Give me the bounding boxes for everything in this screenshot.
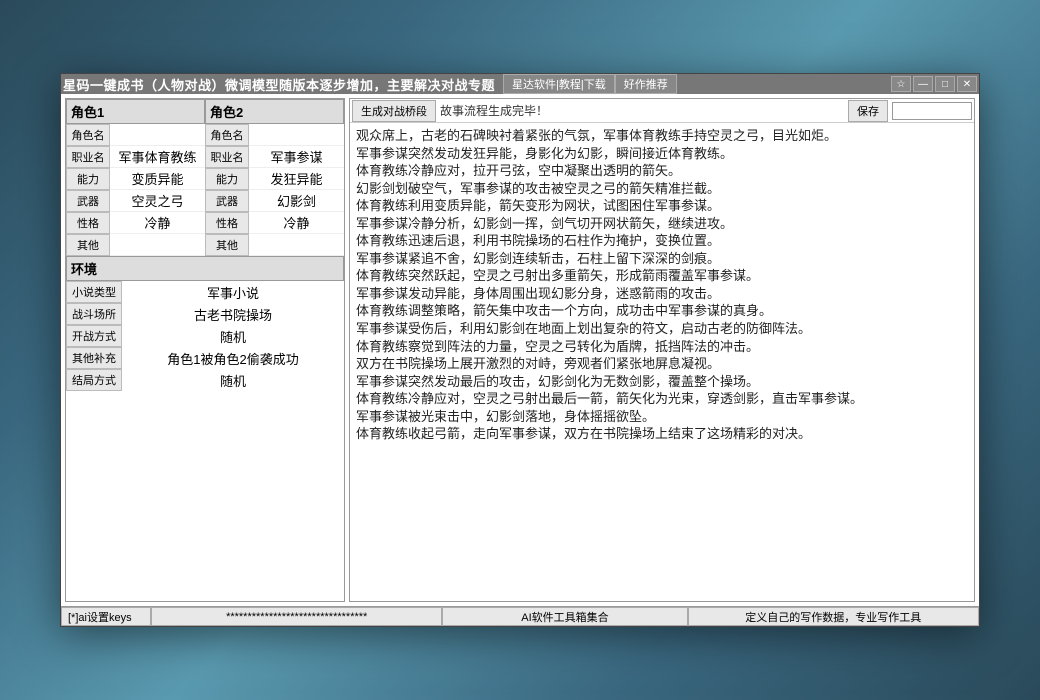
char1-job-label[interactable]: 职业名 xyxy=(66,146,110,168)
minimize-button[interactable]: — xyxy=(913,76,933,92)
char2-weapon-value[interactable]: 幻影剑 xyxy=(249,190,344,212)
char1-name-label[interactable]: 角色名 xyxy=(66,124,110,146)
right-panel: 生成对战桥段 故事流程生成完毕！ 保存 观众席上，古老的石碑映衬着紧张的气氛，军… xyxy=(349,98,975,602)
char2-other-value[interactable] xyxy=(249,234,344,256)
status-text: 故事流程生成完毕！ xyxy=(440,102,548,119)
env-start-label[interactable]: 开战方式 xyxy=(66,325,122,347)
maximize-button[interactable]: □ xyxy=(935,76,955,92)
char1-trait-label[interactable]: 性格 xyxy=(66,212,110,234)
env-place-label[interactable]: 战斗场所 xyxy=(66,303,122,325)
character-rows: 角色名 职业名军事体育教练 能力变质异能 武器空灵之弓 性格冷静 其他 角色名 … xyxy=(66,124,344,256)
char1-weapon-label[interactable]: 武器 xyxy=(66,190,110,212)
char1-ability-value[interactable]: 变质异能 xyxy=(110,168,205,190)
footer-toolbox[interactable]: AI软件工具箱集合 xyxy=(442,607,687,626)
app-window: 星码一键成书（人物对战）微调模型随版本逐步增加，主要解决对战专题 星达软件|教程… xyxy=(60,73,980,627)
env-genre-value[interactable]: 军事小说 xyxy=(122,281,344,303)
char2-job-label[interactable]: 职业名 xyxy=(205,146,249,168)
char1-other-value[interactable] xyxy=(110,234,205,256)
env-header: 环境 xyxy=(66,256,344,281)
footer: [*]ai设置keys ****************************… xyxy=(61,606,979,626)
char1-ability-label[interactable]: 能力 xyxy=(66,168,110,190)
env-end-value[interactable]: 随机 xyxy=(122,369,344,391)
close-button[interactable]: ✕ xyxy=(957,76,977,92)
char1-column: 角色名 职业名军事体育教练 能力变质异能 武器空灵之弓 性格冷静 其他 xyxy=(66,124,205,256)
char2-ability-value[interactable]: 发狂异能 xyxy=(249,168,344,190)
char1-header: 角色1 xyxy=(66,99,205,124)
char2-weapon-label[interactable]: 武器 xyxy=(205,190,249,212)
env-extra-value[interactable]: 角色1被角色2偷袭成功 xyxy=(122,347,344,369)
content-area: 角色1 角色2 角色名 职业名军事体育教练 能力变质异能 武器空灵之弓 性格冷静… xyxy=(61,94,979,606)
footer-stars: ********************************* xyxy=(151,607,442,626)
char2-trait-label[interactable]: 性格 xyxy=(205,212,249,234)
char2-header: 角色2 xyxy=(205,99,344,124)
save-button[interactable]: 保存 xyxy=(848,100,888,122)
character-header: 角色1 角色2 xyxy=(66,99,344,124)
char1-job-value[interactable]: 军事体育教练 xyxy=(110,146,205,168)
char2-name-value[interactable] xyxy=(249,124,344,146)
char2-ability-label[interactable]: 能力 xyxy=(205,168,249,190)
env-extra-label[interactable]: 其他补充 xyxy=(66,347,122,369)
env-end-label[interactable]: 结局方式 xyxy=(66,369,122,391)
star-button[interactable]: ☆ xyxy=(891,76,911,92)
char2-column: 角色名 职业名军事参谋 能力发狂异能 武器幻影剑 性格冷静 其他 xyxy=(205,124,344,256)
char1-weapon-value[interactable]: 空灵之弓 xyxy=(110,190,205,212)
char2-other-label[interactable]: 其他 xyxy=(205,234,249,256)
save-input[interactable] xyxy=(892,102,972,120)
char1-trait-value[interactable]: 冷静 xyxy=(110,212,205,234)
char2-name-label[interactable]: 角色名 xyxy=(205,124,249,146)
titlebar: 星码一键成书（人物对战）微调模型随版本逐步增加，主要解决对战专题 星达软件|教程… xyxy=(61,74,979,94)
story-textarea[interactable]: 观众席上，古老的石碑映衬着紧张的气氛，军事体育教练手持空灵之弓，目光如炬。 军事… xyxy=(350,123,974,601)
window-buttons: ☆ — □ ✕ xyxy=(891,76,979,92)
left-panel: 角色1 角色2 角色名 职业名军事体育教练 能力变质异能 武器空灵之弓 性格冷静… xyxy=(65,98,345,602)
char2-trait-value[interactable]: 冷静 xyxy=(249,212,344,234)
link-software[interactable]: 星达软件|教程|下载 xyxy=(503,74,615,94)
char2-job-value[interactable]: 军事参谋 xyxy=(249,146,344,168)
window-title: 星码一键成书（人物对战）微调模型随版本逐步增加，主要解决对战专题 xyxy=(63,75,495,94)
footer-keys[interactable]: [*]ai设置keys xyxy=(61,607,151,626)
link-recommend[interactable]: 好作推荐 xyxy=(615,74,677,94)
titlebar-links: 星达软件|教程|下载 好作推荐 xyxy=(503,74,677,94)
right-toolbar: 生成对战桥段 故事流程生成完毕！ 保存 xyxy=(350,99,974,123)
env-genre-label[interactable]: 小说类型 xyxy=(66,281,122,303)
env-place-value[interactable]: 古老书院操场 xyxy=(122,303,344,325)
generate-button[interactable]: 生成对战桥段 xyxy=(352,100,436,122)
footer-writing[interactable]: 定义自己的写作数据，专业写作工具 xyxy=(688,607,979,626)
env-start-value[interactable]: 随机 xyxy=(122,325,344,347)
char1-other-label[interactable]: 其他 xyxy=(66,234,110,256)
char1-name-value[interactable] xyxy=(110,124,205,146)
